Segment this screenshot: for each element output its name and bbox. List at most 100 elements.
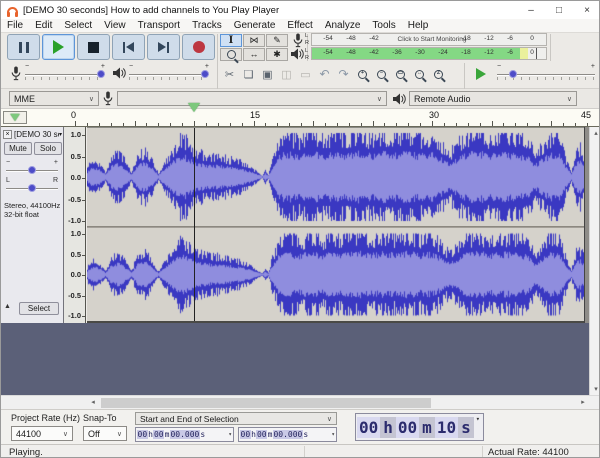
gain-slider[interactable]: − + — [6, 163, 58, 179]
caret-down-icon[interactable]: ▾ — [228, 431, 232, 438]
caret-down-icon[interactable]: ▾ — [331, 431, 335, 438]
pinned-head-toggle[interactable] — [3, 111, 27, 124]
skip-to-end-button[interactable] — [147, 34, 180, 60]
zoom-out-button[interactable]: − — [372, 64, 391, 84]
mute-button[interactable]: Mute — [4, 142, 32, 155]
menu-tools[interactable]: Tools — [366, 20, 401, 31]
zoom-in-button[interactable]: + — [353, 64, 372, 84]
timeline-ruler[interactable]: 0153045 — [1, 109, 600, 127]
selection-tool-button[interactable]: I — [220, 34, 242, 47]
pause-button[interactable] — [7, 34, 40, 60]
selection-mode-value: Start and End of Selection — [140, 414, 239, 424]
time-segment[interactable]: h — [380, 417, 396, 438]
time-segment[interactable]: 00 — [357, 417, 380, 438]
menu-help[interactable]: Help — [402, 20, 435, 31]
select-track-button[interactable]: Select — [19, 302, 59, 315]
scroll-up-button[interactable]: ▴ — [590, 127, 600, 139]
time-segment[interactable]: s — [303, 430, 309, 439]
time-segment[interactable]: 10 — [435, 417, 458, 438]
horizontal-scroll-thumb[interactable] — [101, 398, 431, 408]
audacity-window: [DEMO 30 seconds] How to add channels to… — [0, 0, 600, 458]
solo-button[interactable]: Solo — [34, 142, 62, 155]
time-segment[interactable]: s — [458, 417, 474, 438]
time-segment[interactable]: m — [419, 417, 435, 438]
timeshift-tool-button[interactable]: ↔ — [243, 48, 265, 61]
play-speed-slider[interactable]: − + — [497, 67, 595, 83]
horizontal-scrollbar[interactable]: ◂ ▸ — [1, 395, 600, 409]
menu-file[interactable]: File — [1, 20, 29, 31]
track-close-button[interactable]: × — [3, 130, 12, 139]
envelope-tool-button[interactable]: ⋈ — [243, 34, 265, 47]
fit-project-button[interactable]: ↔ — [410, 64, 429, 84]
slider-thumb[interactable] — [509, 70, 517, 78]
copy-button[interactable]: ❏ — [239, 64, 258, 84]
time-segment[interactable]: 00 — [240, 430, 251, 439]
playback-volume-slider[interactable]: − + — [129, 67, 209, 83]
draw-tool-button[interactable]: ✎ — [266, 34, 288, 47]
selection-mode-dropdown[interactable]: Start and End of Selection ∨ — [135, 412, 337, 425]
menu-generate[interactable]: Generate — [228, 20, 282, 31]
menu-analyze[interactable]: Analyze — [319, 20, 367, 31]
waveform-channel-left[interactable] — [87, 128, 584, 226]
selection-start-field[interactable]: 00h00m00.000s ▾ — [135, 427, 234, 442]
playback-device-dropdown[interactable]: Remote Audio ∨ — [409, 91, 577, 106]
menu-edit[interactable]: Edit — [29, 20, 58, 31]
time-segment[interactable]: 00 — [396, 417, 419, 438]
menu-effect[interactable]: Effect — [281, 20, 318, 31]
track-title[interactable]: [DEMO 30 se — [14, 130, 59, 139]
audio-position-display[interactable]: 00h00m10s ▾ — [355, 413, 484, 441]
close-button[interactable]: × — [573, 1, 600, 19]
menu-view[interactable]: View — [98, 20, 132, 31]
scroll-down-button[interactable]: ▾ — [590, 383, 600, 395]
time-segment[interactable]: 00.000 — [273, 430, 303, 439]
minimize-button[interactable]: – — [517, 1, 545, 19]
waveform-area[interactable] — [87, 127, 584, 323]
maximize-button[interactable]: □ — [545, 1, 573, 19]
scroll-left-button[interactable]: ◂ — [87, 396, 99, 408]
vertical-scrollbar[interactable]: ▴ ▾ — [589, 127, 600, 395]
time-segment[interactable]: 00 — [153, 430, 164, 439]
undo-button[interactable]: ↶ — [315, 64, 334, 84]
scroll-right-button[interactable]: ▸ — [577, 396, 589, 408]
cut-button[interactable]: ✂ — [220, 64, 239, 84]
project-rate-dropdown[interactable]: 44100 ∨ — [11, 426, 73, 441]
audio-host-dropdown[interactable]: MME ∨ — [9, 91, 99, 106]
play-at-speed-button[interactable] — [469, 64, 493, 84]
fit-selection-button[interactable]: ▭ — [391, 64, 410, 84]
redo-button[interactable]: ↷ — [334, 64, 353, 84]
pan-slider[interactable]: L R — [6, 181, 58, 197]
time-segment[interactable]: 00 — [137, 430, 148, 439]
snap-to-dropdown[interactable]: Off ∨ — [83, 426, 127, 441]
project-background[interactable] — [1, 323, 589, 395]
caret-down-icon[interactable]: ▾ — [474, 415, 482, 423]
selection-end-field[interactable]: 00h00m00.000s ▾ — [238, 427, 337, 442]
record-button[interactable] — [182, 34, 215, 60]
slider-thumb[interactable] — [201, 70, 209, 78]
trim-audio-button[interactable]: ◫ — [277, 64, 296, 84]
zoom-tool-button[interactable] — [220, 48, 242, 61]
silence-audio-button[interactable]: ▭ — [296, 64, 315, 84]
menu-tracks[interactable]: Tracks — [186, 20, 228, 31]
skip-to-start-button[interactable] — [112, 34, 145, 60]
playhead-marker-icon[interactable] — [188, 112, 200, 123]
zoom-toggle-button[interactable]: Z — [429, 64, 448, 84]
recording-volume-slider[interactable]: − + — [25, 67, 105, 83]
multi-tool-button[interactable]: ✱ — [266, 48, 288, 61]
stop-button[interactable] — [77, 34, 110, 60]
slider-thumb[interactable] — [28, 184, 36, 192]
recording-meter[interactable]: Click to Start Monitoring -54-48-42-18-1… — [311, 33, 547, 46]
track-menu-caret-icon[interactable]: ▾ — [59, 131, 62, 138]
waveform-channel-right[interactable] — [87, 228, 584, 321]
menu-transport[interactable]: Transport — [132, 20, 186, 31]
time-segment[interactable]: 00 — [256, 430, 267, 439]
play-button[interactable] — [42, 34, 75, 60]
time-segment[interactable]: s — [200, 430, 206, 439]
slider-thumb[interactable] — [97, 70, 105, 78]
recording-device-dropdown[interactable]: ∨ — [117, 91, 387, 106]
time-segment[interactable]: 00.000 — [170, 430, 200, 439]
menu-select[interactable]: Select — [58, 20, 98, 31]
slider-thumb[interactable] — [28, 166, 36, 174]
collapse-track-button[interactable]: ▲ — [4, 303, 11, 310]
vertical-scale-ruler[interactable]: 1.00.50.0-0.5-1.01.00.50.0-0.5-1.0 — [64, 127, 86, 323]
paste-button[interactable]: ▣ — [258, 64, 277, 84]
